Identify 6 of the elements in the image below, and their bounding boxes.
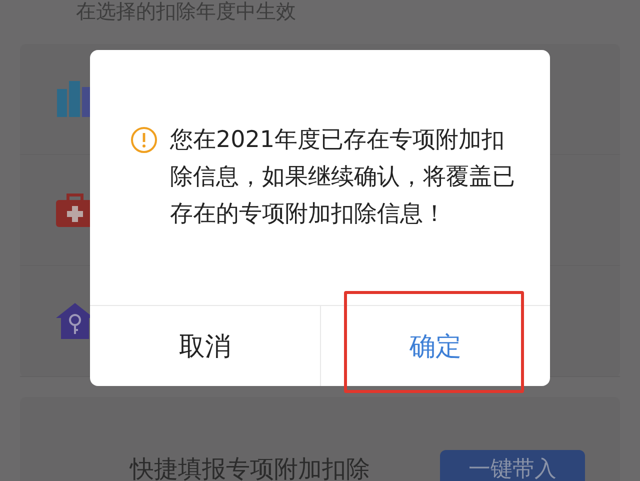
confirm-button[interactable]: 确定 [320,306,550,386]
quick-fill-label: 快捷填报专项附加扣除 [130,454,370,481]
dialog-message: 您在2021年度已存在专项附加扣除信息，如果继续确认，将覆盖已存在的专项附加扣除信息！ [170,126,515,229]
warning-icon [130,126,158,154]
one-click-import-button[interactable]: 一键带入 [440,450,585,481]
cancel-button[interactable]: 取消 [90,306,320,386]
